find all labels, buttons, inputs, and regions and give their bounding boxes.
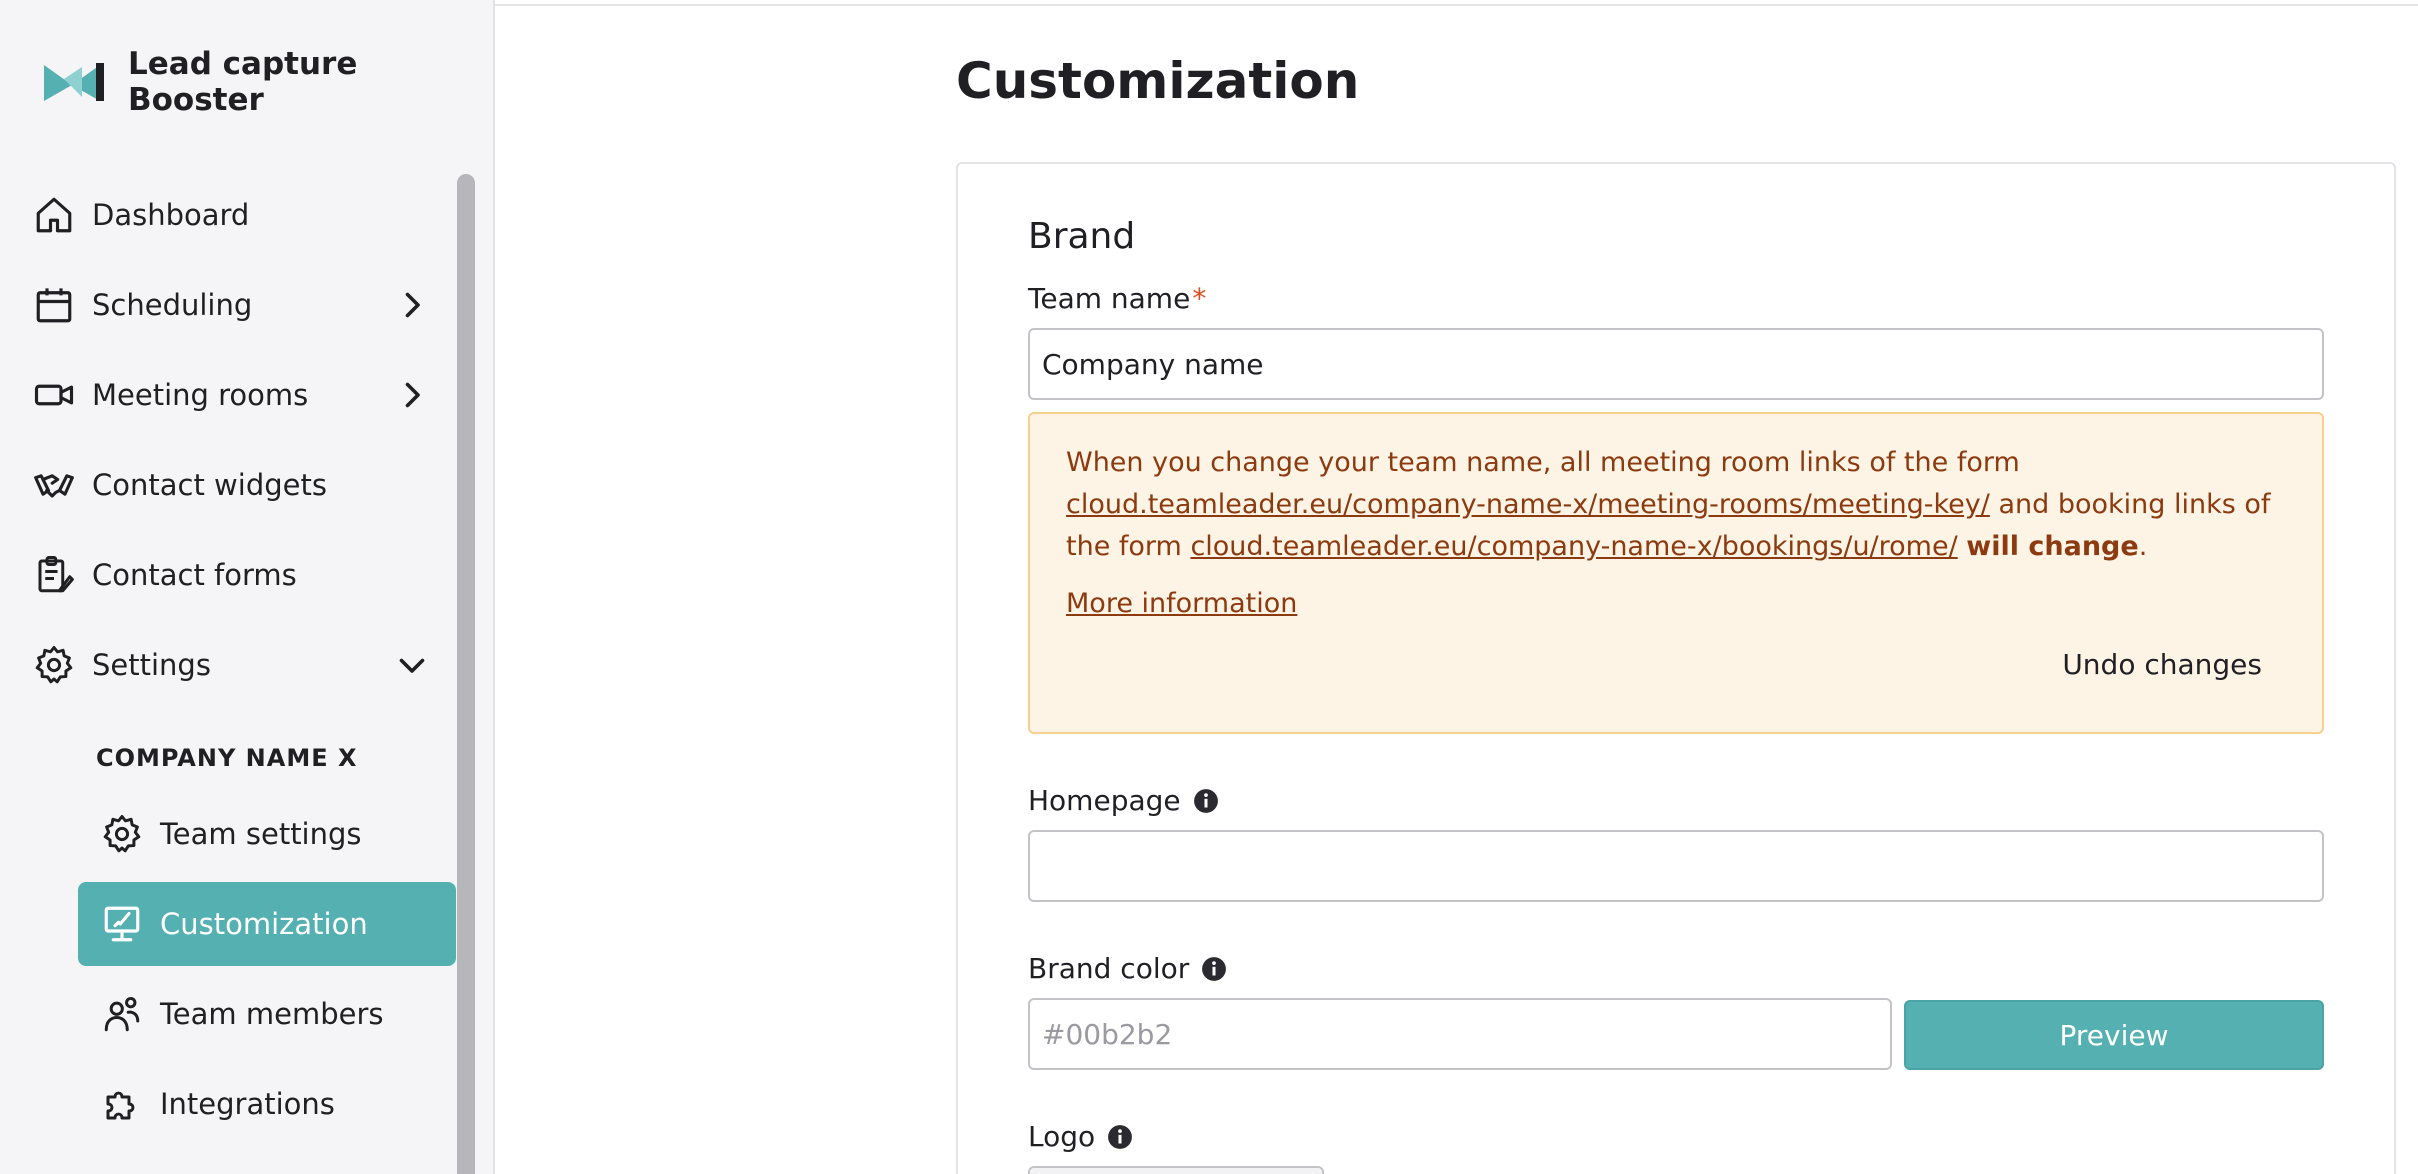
team-name-value: Company name bbox=[1042, 347, 1264, 381]
sidebar-item-integrations[interactable]: Integrations bbox=[78, 1062, 456, 1146]
users-icon bbox=[98, 990, 146, 1038]
app-name: Lead capture Booster bbox=[128, 46, 357, 118]
chevron-right-icon[interactable] bbox=[394, 377, 430, 413]
page-title: Customization bbox=[956, 52, 1360, 110]
app-brand[interactable]: Lead capture Booster bbox=[42, 46, 357, 118]
brand-color-input[interactable]: #00b2b2 bbox=[1028, 998, 1892, 1070]
app-name-line2: Booster bbox=[128, 82, 264, 118]
sidebar-item-label: Contact widgets bbox=[92, 468, 327, 502]
monitor-brush-icon bbox=[98, 900, 146, 948]
brand-color-label-text: Brand color bbox=[1028, 952, 1190, 985]
sidebar-item-label: Team settings bbox=[160, 817, 362, 851]
sidebar-item-label: Contact forms bbox=[92, 558, 297, 592]
sidebar-item-settings[interactable]: Settings bbox=[30, 628, 440, 702]
clipboard-form-icon bbox=[30, 551, 78, 599]
sidebar-item-label: Settings bbox=[92, 648, 211, 682]
info-icon[interactable] bbox=[1193, 788, 1219, 814]
brand-color-placeholder: #00b2b2 bbox=[1042, 1017, 1173, 1051]
info-icon[interactable] bbox=[1201, 956, 1227, 982]
sidebar: Lead capture Booster Dashboard Schedulin… bbox=[0, 0, 495, 1174]
homepage-label: Homepage bbox=[1028, 784, 1219, 817]
sidebar-item-label: Dashboard bbox=[92, 198, 250, 232]
logo-label-text: Logo bbox=[1028, 1120, 1096, 1153]
sidebar-item-contact-forms[interactable]: Contact forms bbox=[30, 538, 440, 612]
sidebar-item-contact-widgets[interactable]: Contact widgets bbox=[30, 448, 440, 522]
more-information-link[interactable]: More information bbox=[1066, 588, 1297, 619]
gear-icon bbox=[30, 641, 78, 689]
logo-upload-box[interactable] bbox=[1028, 1166, 1324, 1174]
home-icon bbox=[30, 191, 78, 239]
sidebar-item-label: Meeting rooms bbox=[92, 378, 309, 412]
chevron-right-icon[interactable] bbox=[394, 287, 430, 323]
warning-message: When you change your team name, all meet… bbox=[1066, 442, 2296, 568]
chevron-down-icon[interactable] bbox=[394, 647, 430, 683]
booking-link[interactable]: cloud.teamleader.eu/company-name-x/booki… bbox=[1190, 531, 1957, 562]
sidebar-item-label: Integrations bbox=[160, 1087, 335, 1121]
warning-text-3 bbox=[1958, 531, 1967, 562]
sidebar-item-scheduling[interactable]: Scheduling bbox=[30, 268, 440, 342]
brand-card: Brand Team name * Company name When you c… bbox=[956, 162, 2396, 1174]
sidebar-item-dashboard[interactable]: Dashboard bbox=[30, 178, 440, 252]
sidebar-section-title: COMPANY NAME X bbox=[96, 744, 358, 772]
sidebar-item-customization[interactable]: Customization bbox=[78, 882, 456, 966]
homepage-input[interactable] bbox=[1028, 830, 2324, 902]
team-name-label-text: Team name bbox=[1028, 282, 1191, 315]
gear-icon bbox=[98, 810, 146, 858]
warning-text-4: . bbox=[2138, 531, 2148, 562]
homepage-label-text: Homepage bbox=[1028, 784, 1181, 817]
warning-bold: will change bbox=[1966, 531, 2139, 562]
sidebar-item-label: Team members bbox=[160, 997, 384, 1031]
sidebar-scrollbar[interactable] bbox=[457, 174, 475, 1174]
calendar-icon bbox=[30, 281, 78, 329]
warning-text-1: When you change your team name, all meet… bbox=[1066, 447, 2020, 478]
brand-color-label: Brand color bbox=[1028, 952, 1227, 985]
app-logo-icon bbox=[44, 63, 104, 101]
team-name-label: Team name * bbox=[1028, 282, 1206, 315]
meeting-room-link[interactable]: cloud.teamleader.eu/company-name-x/meeti… bbox=[1066, 489, 1990, 520]
sidebar-item-label: Scheduling bbox=[92, 288, 253, 322]
card-title: Brand bbox=[1028, 216, 1136, 257]
app-name-line1: Lead capture bbox=[128, 46, 358, 82]
sidebar-item-meeting-rooms[interactable]: Meeting rooms bbox=[30, 358, 440, 432]
info-icon[interactable] bbox=[1107, 1124, 1133, 1150]
required-mark: * bbox=[1192, 282, 1207, 315]
handshake-icon bbox=[30, 461, 78, 509]
undo-changes-button[interactable]: Undo changes bbox=[2062, 648, 2262, 681]
team-name-input[interactable]: Company name bbox=[1028, 328, 2324, 400]
sidebar-item-team-members[interactable]: Team members bbox=[78, 972, 456, 1056]
puzzle-icon bbox=[98, 1080, 146, 1128]
preview-button[interactable]: Preview bbox=[1904, 1000, 2324, 1070]
video-camera-icon bbox=[30, 371, 78, 419]
sidebar-item-team-settings[interactable]: Team settings bbox=[78, 792, 456, 876]
sidebar-item-label: Customization bbox=[160, 907, 368, 941]
logo-label: Logo bbox=[1028, 1120, 1133, 1153]
team-name-warning: When you change your team name, all meet… bbox=[1028, 412, 2324, 734]
